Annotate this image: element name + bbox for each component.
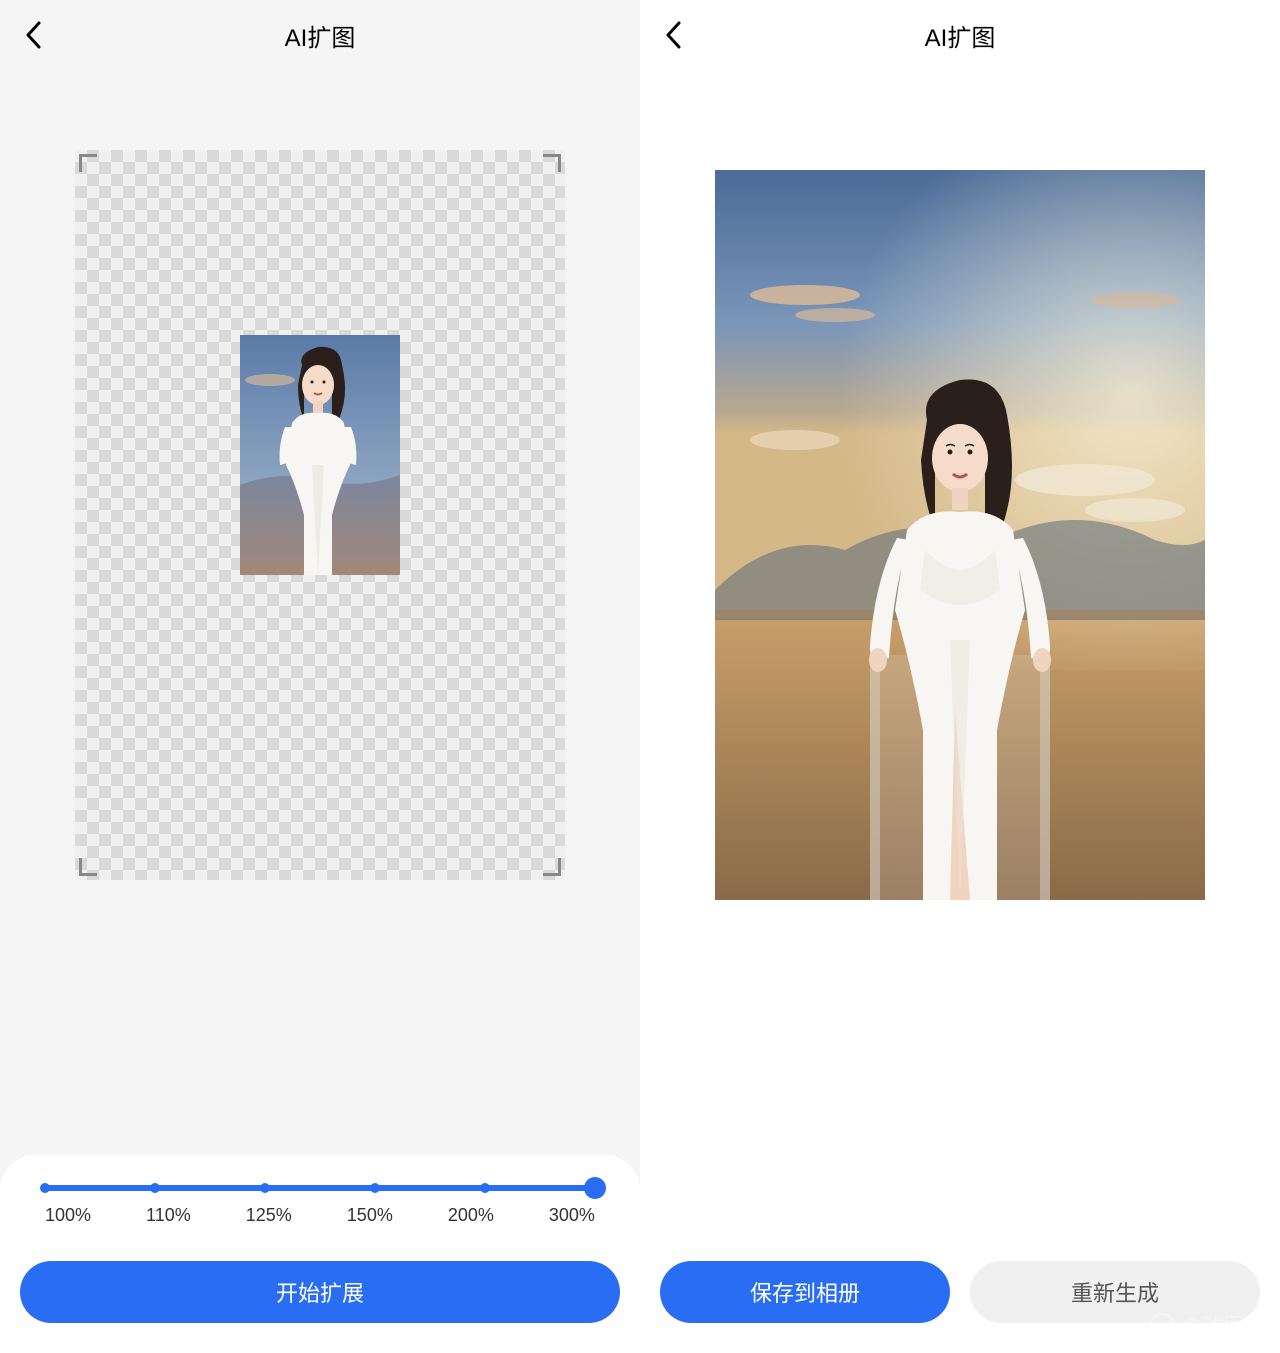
expansion-frame[interactable] [75,150,565,880]
watermark: ☺ @改图鸭 [1150,1309,1268,1341]
corner-handle-tr[interactable] [543,154,561,172]
header: AI扩图 [640,0,1280,70]
source-image[interactable] [240,335,400,575]
slider-tick[interactable] [260,1183,270,1193]
slider-label: 100% [45,1205,91,1226]
slider-labels: 100% 110% 125% 150% 200% 300% [45,1205,595,1226]
page-title: AI扩图 [285,18,356,53]
slider-label: 200% [448,1205,494,1226]
slider-track[interactable] [45,1185,595,1191]
slider-tick[interactable] [480,1183,490,1193]
result-screen: AI扩图 [640,0,1280,1353]
slider-tick[interactable] [370,1183,380,1193]
slider-tick[interactable] [40,1183,50,1193]
slider-label: 300% [549,1205,595,1226]
watermark-text: @改图鸭 [1180,1309,1268,1341]
controls-panel: 100% 110% 125% 150% 200% 300% 开始扩展 [0,1155,640,1353]
watermark-icon: ☺ [1150,1313,1174,1337]
corner-handle-tl[interactable] [79,154,97,172]
slider-label: 125% [246,1205,292,1226]
corner-handle-br[interactable] [543,858,561,876]
result-canvas [640,70,1280,1261]
slider-tick[interactable] [150,1183,160,1193]
header: AI扩图 [0,0,640,70]
slider-label: 150% [347,1205,393,1226]
slider-thumb[interactable] [584,1177,606,1199]
start-expand-button[interactable]: 开始扩展 [20,1261,620,1323]
back-icon[interactable] [25,21,41,49]
result-image[interactable] [715,170,1205,900]
result-content: 保存到相册 重新生成 [640,70,1280,1353]
back-icon[interactable] [665,21,681,49]
input-screen: AI扩图 [0,0,640,1353]
zoom-slider[interactable]: 100% 110% 125% 150% 200% 300% [20,1185,620,1246]
save-button[interactable]: 保存到相册 [660,1261,950,1323]
slider-label: 110% [146,1205,191,1226]
canvas-area [0,70,640,1155]
page-title: AI扩图 [925,18,996,53]
corner-handle-bl[interactable] [79,858,97,876]
